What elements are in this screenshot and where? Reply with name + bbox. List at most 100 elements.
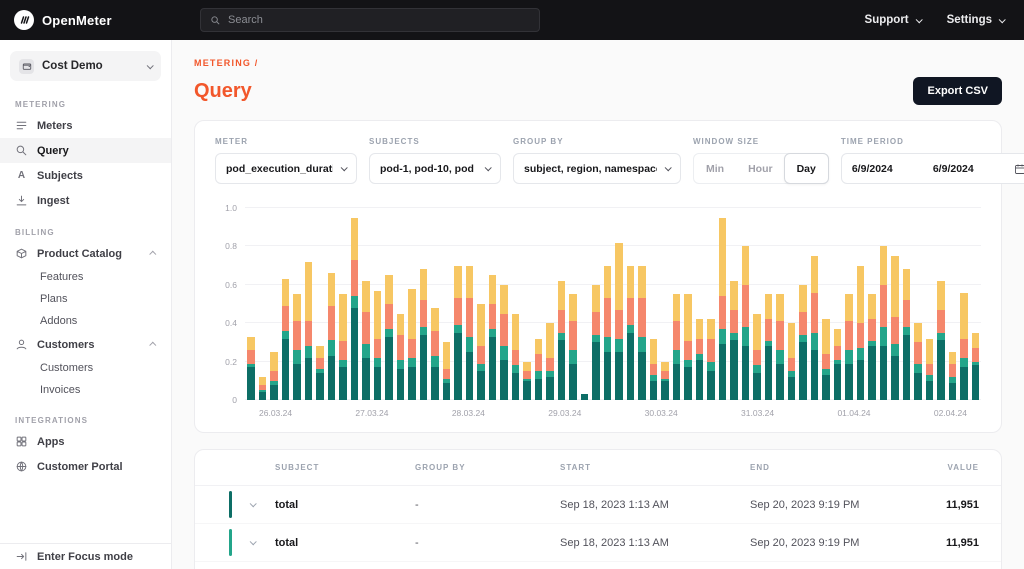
window-size-option-day[interactable]: Day [783, 153, 829, 184]
focus-mode-button[interactable]: Enter Focus mode [0, 544, 171, 569]
window-size-option-hour[interactable]: Hour [736, 154, 785, 183]
bar-stack[interactable] [787, 208, 795, 400]
bar-stack[interactable] [396, 208, 404, 400]
time-period-picker[interactable]: 6/9/2024 6/9/2024 [840, 153, 1024, 184]
sidebar-subitem-addons[interactable]: Addons [0, 310, 171, 332]
bar-stack[interactable] [937, 208, 945, 400]
bar-stack[interactable] [385, 208, 393, 400]
bar-stack[interactable] [327, 208, 335, 400]
sidebar-item-meters[interactable]: Meters [0, 113, 171, 138]
sidebar-subitem-invoices[interactable]: Invoices [0, 379, 171, 401]
bar-stack[interactable] [626, 208, 634, 400]
bar-stack[interactable] [914, 208, 922, 400]
bar-stack[interactable] [764, 208, 772, 400]
bar-stack[interactable] [718, 208, 726, 400]
bar-stack[interactable] [373, 208, 381, 400]
table-row[interactable]: total - Sep 18, 2023 1:13 AM Sep 20, 202… [195, 524, 1001, 562]
bar-stack[interactable] [488, 208, 496, 400]
bar-stack[interactable] [902, 208, 910, 400]
sidebar-item-subjects[interactable]: A Subjects [0, 163, 171, 188]
bar-stack[interactable] [511, 208, 519, 400]
bar-stack[interactable] [638, 208, 646, 400]
bar-stack[interactable] [465, 208, 473, 400]
chevron-down-icon [915, 15, 923, 23]
bar-stack[interactable] [730, 208, 738, 400]
bar-stack[interactable] [431, 208, 439, 400]
sidebar-subitem-plans[interactable]: Plans [0, 288, 171, 310]
bar-stack[interactable] [603, 208, 611, 400]
brand[interactable]: OpenMeter [0, 10, 172, 30]
bar-stack[interactable] [948, 208, 956, 400]
bar-stack[interactable] [810, 208, 818, 400]
sidebar-item-apps[interactable]: Apps [0, 429, 171, 454]
subjects-select[interactable]: pod-1, pod-10, pod 31 [369, 153, 501, 184]
sidebar-item-customer-portal[interactable]: Customer Portal [0, 454, 171, 479]
bar-stack[interactable] [672, 208, 680, 400]
meter-select[interactable]: pod_execution_duration [215, 153, 357, 184]
bar-stack[interactable] [592, 208, 600, 400]
bar-stack[interactable] [546, 208, 554, 400]
bar-stack[interactable] [523, 208, 531, 400]
bar-stack[interactable] [971, 208, 979, 400]
workspace-switcher[interactable]: Cost Demo [10, 51, 161, 81]
bar-stack[interactable] [684, 208, 692, 400]
bar-stack[interactable] [304, 208, 312, 400]
bar-stack[interactable] [868, 208, 876, 400]
search-input[interactable] [228, 14, 530, 26]
bar-stack[interactable] [879, 208, 887, 400]
sidebar-item-ingest[interactable]: Ingest [0, 188, 171, 213]
sidebar-subitem-customers[interactable]: Customers [0, 357, 171, 379]
bar-stack[interactable] [316, 208, 324, 400]
row-expand-button[interactable] [247, 538, 257, 548]
table-row[interactable]: total - Sep 18, 2023 1:13 AM Sep 20, 202… [195, 486, 1001, 524]
bar-stack[interactable] [753, 208, 761, 400]
sidebar-item-query[interactable]: Query [0, 138, 171, 163]
bar-stack[interactable] [845, 208, 853, 400]
bar-stack[interactable] [615, 208, 623, 400]
bar-segment-group-2 [902, 327, 910, 335]
bar-stack[interactable] [695, 208, 703, 400]
bar-stack[interactable] [856, 208, 864, 400]
bar-stack[interactable] [960, 208, 968, 400]
bar-stack[interactable] [270, 208, 278, 400]
bar-stack[interactable] [339, 208, 347, 400]
bar-stack[interactable] [350, 208, 358, 400]
bar-stack[interactable] [741, 208, 749, 400]
search-box[interactable] [200, 8, 540, 32]
bar-stack[interactable] [293, 208, 301, 400]
bar-stack[interactable] [833, 208, 841, 400]
bar-stack[interactable] [362, 208, 370, 400]
sidebar-item-customers[interactable]: Customers [0, 332, 171, 357]
bar-stack[interactable] [649, 208, 657, 400]
bar-stack[interactable] [776, 208, 784, 400]
bar-stack[interactable] [534, 208, 542, 400]
bar-stack[interactable] [799, 208, 807, 400]
bar-stack[interactable] [580, 208, 588, 400]
bar-stack[interactable] [281, 208, 289, 400]
bar-stack[interactable] [454, 208, 462, 400]
bar-stack[interactable] [925, 208, 933, 400]
bar-stack[interactable] [707, 208, 715, 400]
support-menu[interactable]: Support [865, 14, 923, 26]
breadcrumb[interactable]: METERING / [194, 58, 1002, 68]
row-expand-button[interactable] [247, 500, 257, 510]
bar-stack[interactable] [500, 208, 508, 400]
bar-stack[interactable] [442, 208, 450, 400]
export-csv-button[interactable]: Export CSV [913, 77, 1002, 105]
bar-stack[interactable] [891, 208, 899, 400]
bar-stack[interactable] [408, 208, 416, 400]
bar-stack[interactable] [258, 208, 266, 400]
bar-stack[interactable] [661, 208, 669, 400]
bar-stack[interactable] [569, 208, 577, 400]
window-size-option-min[interactable]: Min [694, 154, 736, 183]
sidebar-item-product-catalog[interactable]: Product Catalog [0, 241, 171, 266]
bar-stack[interactable] [822, 208, 830, 400]
sidebar-subitem-features[interactable]: Features [0, 266, 171, 288]
x-tick-label: 30.03.24 [644, 408, 678, 418]
bar-stack[interactable] [419, 208, 427, 400]
settings-menu[interactable]: Settings [947, 14, 1006, 26]
group-by-select[interactable]: subject, region, namespace, lo [513, 153, 681, 184]
bar-stack[interactable] [557, 208, 565, 400]
bar-stack[interactable] [247, 208, 255, 400]
bar-stack[interactable] [477, 208, 485, 400]
